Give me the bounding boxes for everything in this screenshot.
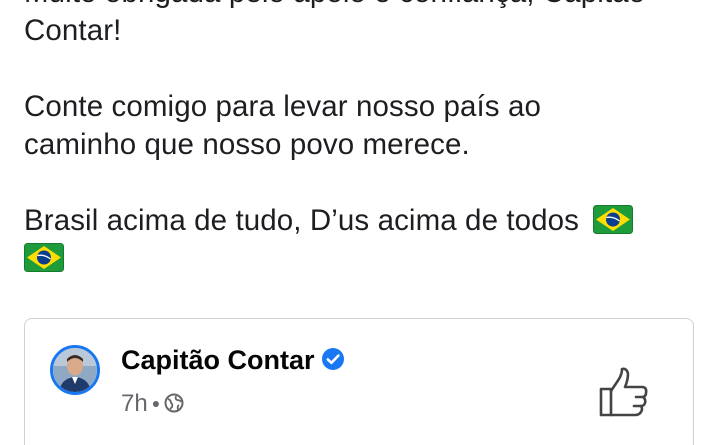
like-button[interactable] (597, 365, 651, 419)
avatar[interactable] (50, 345, 100, 395)
brazil-flag-icon (24, 243, 64, 272)
post-line (24, 240, 704, 278)
post-line: Muito obrigada pelo apoio e confiança, C… (24, 0, 704, 12)
shared-post-card[interactable]: Capitão Contar 7h ● (24, 318, 694, 445)
page-name-text[interactable]: Capitão Contar (121, 345, 315, 375)
post-time[interactable]: 7h (121, 390, 148, 417)
post-meta: 7h ● (121, 388, 184, 419)
post-line: Brasil acima de tudo, D’us acima de todo… (24, 202, 704, 240)
profile-photo-icon (53, 348, 97, 392)
meta-separator: ● (151, 395, 161, 411)
post-body: Muito obrigada pelo apoio e confiança, C… (24, 0, 704, 278)
brazil-flag-icon (593, 205, 634, 234)
post-line: Contar! (24, 14, 122, 47)
post-line-text: Brasil acima de tudo, D’us acima de todo… (24, 204, 580, 237)
thumbs-up-icon (599, 367, 648, 417)
page-name[interactable]: Capitão Contar (121, 343, 345, 377)
globe-icon (164, 393, 184, 413)
post-line: Conte comigo para levar nosso país ao (24, 90, 541, 123)
verified-badge-icon (321, 348, 344, 370)
post-line: caminho que nosso povo merece. (24, 128, 470, 161)
